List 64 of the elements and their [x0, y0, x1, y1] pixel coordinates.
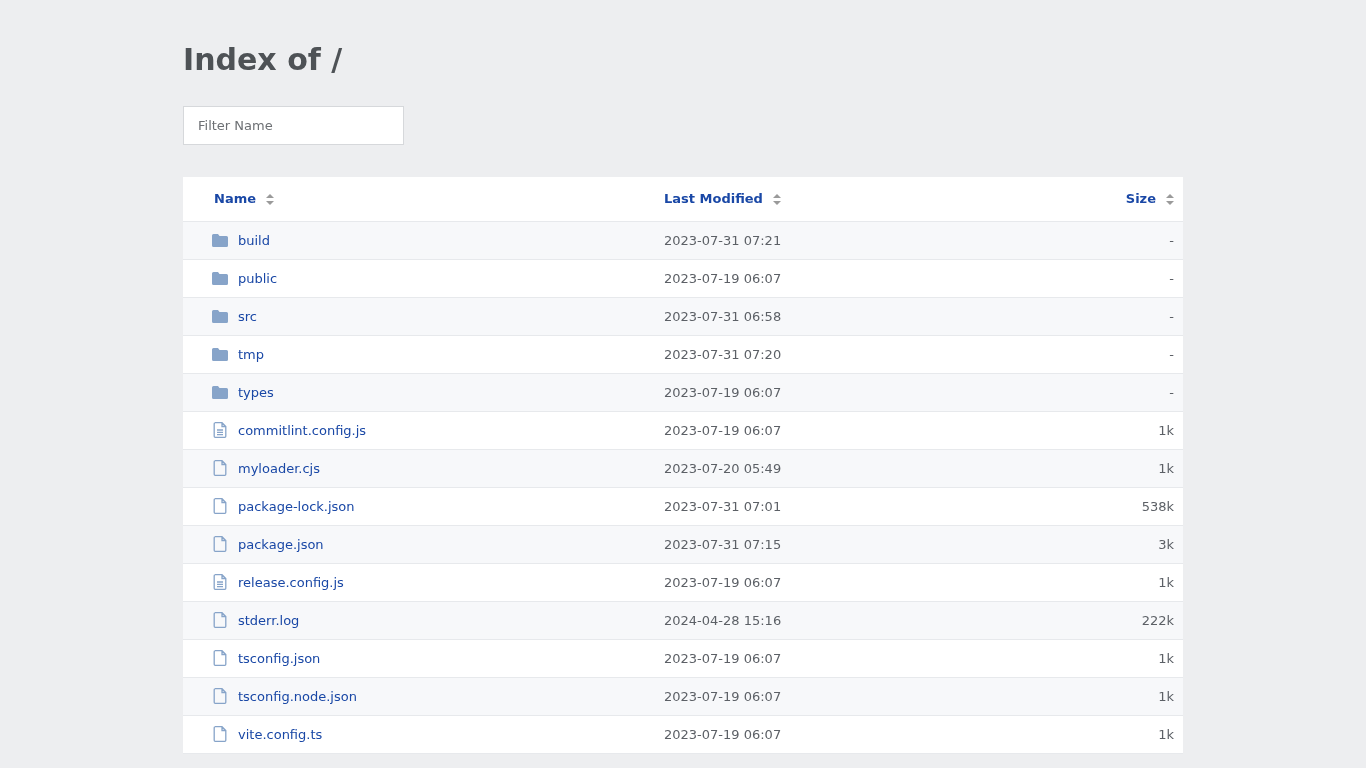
file-icon — [212, 688, 228, 704]
modified-date: 2023-07-31 07:21 — [664, 232, 782, 248]
document-icon — [212, 574, 228, 590]
file-link[interactable]: tmp — [238, 346, 264, 362]
file-icon — [212, 726, 228, 742]
file-size: 1k — [1158, 727, 1174, 742]
page-title: Index of / — [183, 41, 344, 79]
file-size: - — [1169, 271, 1174, 286]
modified-date: 2023-07-19 06:07 — [664, 727, 782, 742]
file-size: 1k — [1158, 575, 1174, 590]
file-link[interactable]: package.json — [238, 536, 324, 552]
file-link[interactable]: myloader.cjs — [238, 460, 320, 476]
file-size: 1k — [1158, 461, 1174, 476]
file-size: 1k — [1158, 689, 1174, 704]
file-link[interactable]: vite.config.ts — [238, 726, 323, 742]
file-link[interactable]: tsconfig.json — [238, 650, 321, 666]
document-icon — [212, 422, 228, 438]
modified-date: 2023-07-19 06:07 — [664, 271, 782, 286]
modified-date: 2023-07-19 06:07 — [664, 423, 782, 438]
modified-date: 2023-07-19 06:07 — [664, 385, 782, 400]
file-size: 3k — [1158, 537, 1174, 552]
file-size: 1k — [1158, 651, 1174, 666]
folder-icon — [212, 233, 228, 247]
folder-icon — [212, 347, 228, 361]
sort-link[interactable]: Last Modified — [664, 191, 763, 207]
file-size: - — [1169, 347, 1174, 362]
folder-icon — [212, 271, 228, 285]
file-icon — [212, 650, 228, 666]
file-icon — [212, 460, 228, 476]
file-link[interactable]: public — [238, 270, 278, 286]
file-size: 1k — [1158, 423, 1174, 438]
modified-date: 2024-04-28 15:16 — [664, 613, 782, 628]
folder-icon — [212, 385, 228, 399]
file-size: 538k — [1141, 499, 1174, 514]
file-link[interactable]: build — [238, 232, 270, 248]
file-icon — [212, 536, 228, 552]
file-size: 222k — [1141, 613, 1174, 628]
modified-date: 2023-07-31 07:01 — [664, 499, 782, 514]
file-link[interactable]: commitlint.config.js — [238, 422, 367, 438]
modified-date: 2023-07-31 07:15 — [664, 537, 782, 552]
modified-date: 2023-07-20 05:49 — [664, 461, 782, 476]
sort-icon — [772, 194, 781, 206]
sort-icon — [1166, 194, 1174, 206]
sort-link[interactable]: Size — [1125, 191, 1156, 207]
file-link[interactable]: package-lock.json — [238, 498, 355, 514]
file-link[interactable]: types — [238, 384, 274, 400]
file-size: - — [1169, 385, 1174, 400]
file-link[interactable]: src — [238, 308, 257, 324]
filter-field[interactable]: Filter Name — [183, 106, 404, 145]
modified-date: 2023-07-31 07:20 — [664, 347, 782, 362]
sort-link[interactable]: Name — [214, 191, 256, 207]
file-size: - — [1169, 232, 1174, 248]
file-link[interactable]: tsconfig.node.json — [238, 688, 357, 704]
file-size: - — [1169, 309, 1174, 324]
sort-icon — [266, 194, 274, 206]
file-icon — [212, 612, 228, 628]
file-link[interactable]: stderr.log — [238, 612, 300, 628]
modified-date: 2023-07-19 06:07 — [664, 651, 782, 666]
modified-date: 2023-07-19 06:07 — [664, 689, 782, 704]
file-icon — [212, 498, 228, 514]
modified-date: 2023-07-31 06:58 — [664, 309, 782, 324]
folder-icon — [212, 309, 228, 323]
modified-date: 2023-07-19 06:07 — [664, 575, 782, 590]
file-link[interactable]: release.config.js — [238, 574, 344, 590]
